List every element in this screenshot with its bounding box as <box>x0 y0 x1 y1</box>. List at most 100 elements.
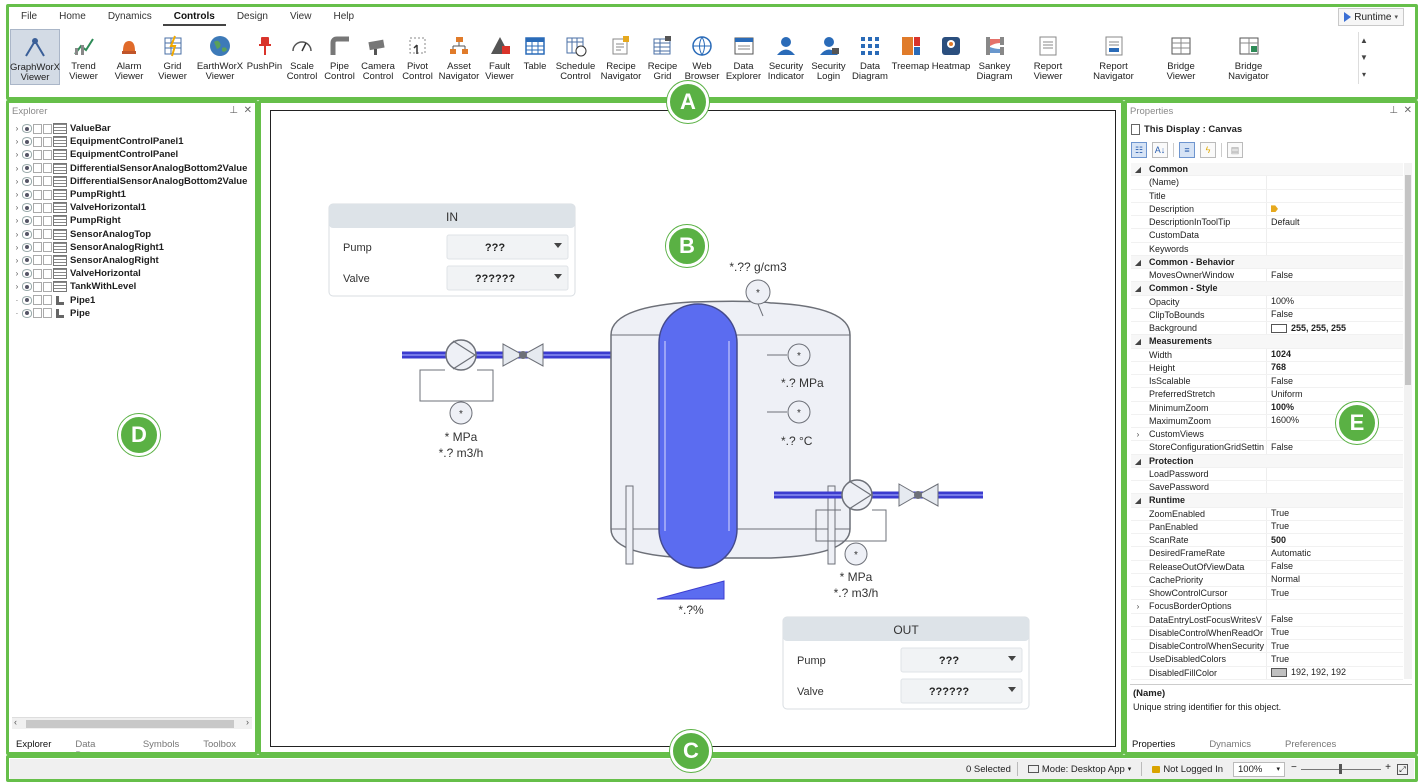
visibility-eye-icon[interactable] <box>22 150 32 160</box>
menu-dynamics[interactable]: Dynamics <box>97 8 163 26</box>
property-grid-scrollbar[interactable] <box>1404 163 1412 679</box>
login-status[interactable]: Not Logged In <box>1148 762 1227 777</box>
property-value[interactable]: 1024 <box>1267 349 1403 361</box>
collapse-icon[interactable]: ◢ <box>1131 282 1145 294</box>
tree-item[interactable]: › DifferentialSensorAnalogBottom2Value <box>12 162 256 175</box>
chevron-right-icon[interactable]: › <box>12 124 22 133</box>
ribbon-button-report-viewer[interactable]: Report Viewer <box>1018 29 1078 85</box>
inlet-valve[interactable] <box>502 343 544 367</box>
scroll-left-icon[interactable]: ‹ <box>14 717 17 727</box>
chevron-right-icon[interactable]: › <box>12 282 22 291</box>
zoom-combo[interactable]: 100% ▾ <box>1233 761 1285 777</box>
ribbon-scroller[interactable]: ▲ ▼ ▾ <box>1358 32 1369 84</box>
property-row[interactable]: SavePassword <box>1131 481 1403 495</box>
menu-file[interactable]: File <box>10 8 48 26</box>
tree-item[interactable]: · Pipe <box>12 307 256 320</box>
property-row[interactable]: Title <box>1131 189 1403 203</box>
visibility-eye-icon[interactable] <box>22 137 32 147</box>
select-checkbox[interactable] <box>43 295 52 306</box>
tab-properties[interactable]: Properties <box>1130 739 1177 750</box>
ribbon-button-report-navigator[interactable]: Report Navigator <box>1079 29 1149 85</box>
ribbon-button-security-login[interactable]: Security Login <box>808 29 850 85</box>
chevron-right-icon[interactable]: › <box>12 137 22 146</box>
chevron-right-icon[interactable]: › <box>12 190 22 199</box>
visibility-eye-icon[interactable] <box>22 255 32 265</box>
property-row[interactable]: Opacity 100% <box>1131 295 1403 309</box>
property-row[interactable]: ScanRate 500 <box>1131 534 1403 548</box>
property-value[interactable] <box>1267 176 1403 188</box>
visibility-eye-icon[interactable] <box>22 308 32 318</box>
property-row[interactable]: LoadPassword <box>1131 467 1403 481</box>
chevron-right-icon[interactable]: › <box>12 269 22 278</box>
chevron-right-icon[interactable]: › <box>12 177 22 186</box>
property-value[interactable] <box>1267 428 1403 440</box>
property-value[interactable]: False <box>1267 614 1403 626</box>
lock-checkbox[interactable] <box>33 255 42 266</box>
property-value[interactable] <box>1267 481 1403 493</box>
lock-checkbox[interactable] <box>33 281 42 292</box>
property-value[interactable]: Normal <box>1267 574 1403 586</box>
select-checkbox[interactable] <box>43 268 52 279</box>
level-value-bar[interactable] <box>656 580 725 600</box>
property-list-icon[interactable]: ≡ <box>1179 142 1195 158</box>
visibility-eye-icon[interactable] <box>22 190 32 200</box>
visibility-eye-icon[interactable] <box>22 295 32 305</box>
lock-checkbox[interactable] <box>33 189 42 200</box>
property-value[interactable]: False <box>1267 441 1403 453</box>
tree-item[interactable]: › EquipmentControlPanel1 <box>12 135 256 148</box>
inlet-pump[interactable] <box>445 339 477 371</box>
visibility-eye-icon[interactable] <box>22 269 32 279</box>
property-value[interactable] <box>1267 203 1403 215</box>
collapse-icon[interactable]: ◢ <box>1131 335 1145 347</box>
property-category[interactable]: ◢ Protection <box>1131 454 1403 468</box>
property-row[interactable]: Height 768 <box>1131 361 1403 375</box>
property-value[interactable]: True <box>1267 653 1403 665</box>
out-pump-dropdown[interactable] <box>900 647 1023 673</box>
lock-checkbox[interactable] <box>33 163 42 174</box>
tree-item[interactable]: › PumpRight1 <box>12 188 256 201</box>
lock-checkbox[interactable] <box>33 229 42 240</box>
tab-preferences[interactable]: Preferences <box>1283 739 1338 750</box>
select-checkbox[interactable] <box>43 149 52 160</box>
property-value[interactable]: False <box>1267 375 1403 387</box>
property-row[interactable]: CachePriority Normal <box>1131 573 1403 587</box>
property-value[interactable] <box>1267 229 1403 241</box>
property-row[interactable]: UseDisabledColors True <box>1131 653 1403 667</box>
property-pages-icon[interactable]: ▤ <box>1227 142 1243 158</box>
ribbon-button-data-explorer[interactable]: Data Explorer <box>723 29 765 85</box>
ribbon-button-grid-viewer[interactable]: Grid Viewer <box>152 29 194 85</box>
tank-with-level[interactable] <box>610 300 851 569</box>
in-pump-dropdown[interactable] <box>446 234 569 260</box>
property-value[interactable]: 100% <box>1267 402 1403 414</box>
property-value[interactable]: 500 <box>1267 534 1403 546</box>
property-row[interactable]: Background 255, 255, 255 <box>1131 322 1403 336</box>
property-row[interactable]: ShowControlCursor True <box>1131 587 1403 601</box>
visibility-eye-icon[interactable] <box>22 242 32 252</box>
ribbon-button-bridge-viewer[interactable]: Bridge Viewer <box>1149 29 1213 85</box>
select-checkbox[interactable] <box>43 176 52 187</box>
tree-item[interactable]: › PumpRight <box>12 214 256 227</box>
property-value[interactable]: False <box>1267 561 1403 573</box>
ribbon-button-recipe-grid[interactable]: Recipe Grid <box>644 29 682 85</box>
property-value[interactable]: True <box>1267 587 1403 599</box>
property-category[interactable]: ◢ Runtime <box>1131 494 1403 508</box>
collapse-icon[interactable]: ◢ <box>1131 163 1145 175</box>
visibility-eye-icon[interactable] <box>22 216 32 226</box>
tree-item[interactable]: · Pipe1 <box>12 293 256 306</box>
lock-checkbox[interactable] <box>33 308 42 319</box>
pin-icon[interactable]: ⊥ <box>1389 105 1398 116</box>
ribbon-up-icon[interactable]: ▲ <box>1359 32 1369 49</box>
ribbon-button-treemap[interactable]: Treemap <box>891 29 931 85</box>
chevron-right-icon[interactable]: › <box>12 164 22 173</box>
property-value[interactable]: True <box>1267 640 1403 652</box>
visibility-eye-icon[interactable] <box>22 176 32 186</box>
lock-checkbox[interactable] <box>33 136 42 147</box>
property-value[interactable]: 100% <box>1267 296 1403 308</box>
chevron-right-icon[interactable]: › <box>1131 600 1145 612</box>
chevron-right-icon[interactable]: › <box>1131 428 1145 440</box>
ribbon-button-recipe-navigator[interactable]: Recipe Navigator <box>599 29 643 85</box>
property-category[interactable]: ◢ Measurements <box>1131 335 1403 349</box>
ribbon-button-pushpin[interactable]: PushPin <box>247 29 283 85</box>
ribbon-button-sankey-diagram[interactable]: Sankey Diagram <box>972 29 1018 85</box>
tab-toolbox[interactable]: Toolbox <box>199 739 240 761</box>
